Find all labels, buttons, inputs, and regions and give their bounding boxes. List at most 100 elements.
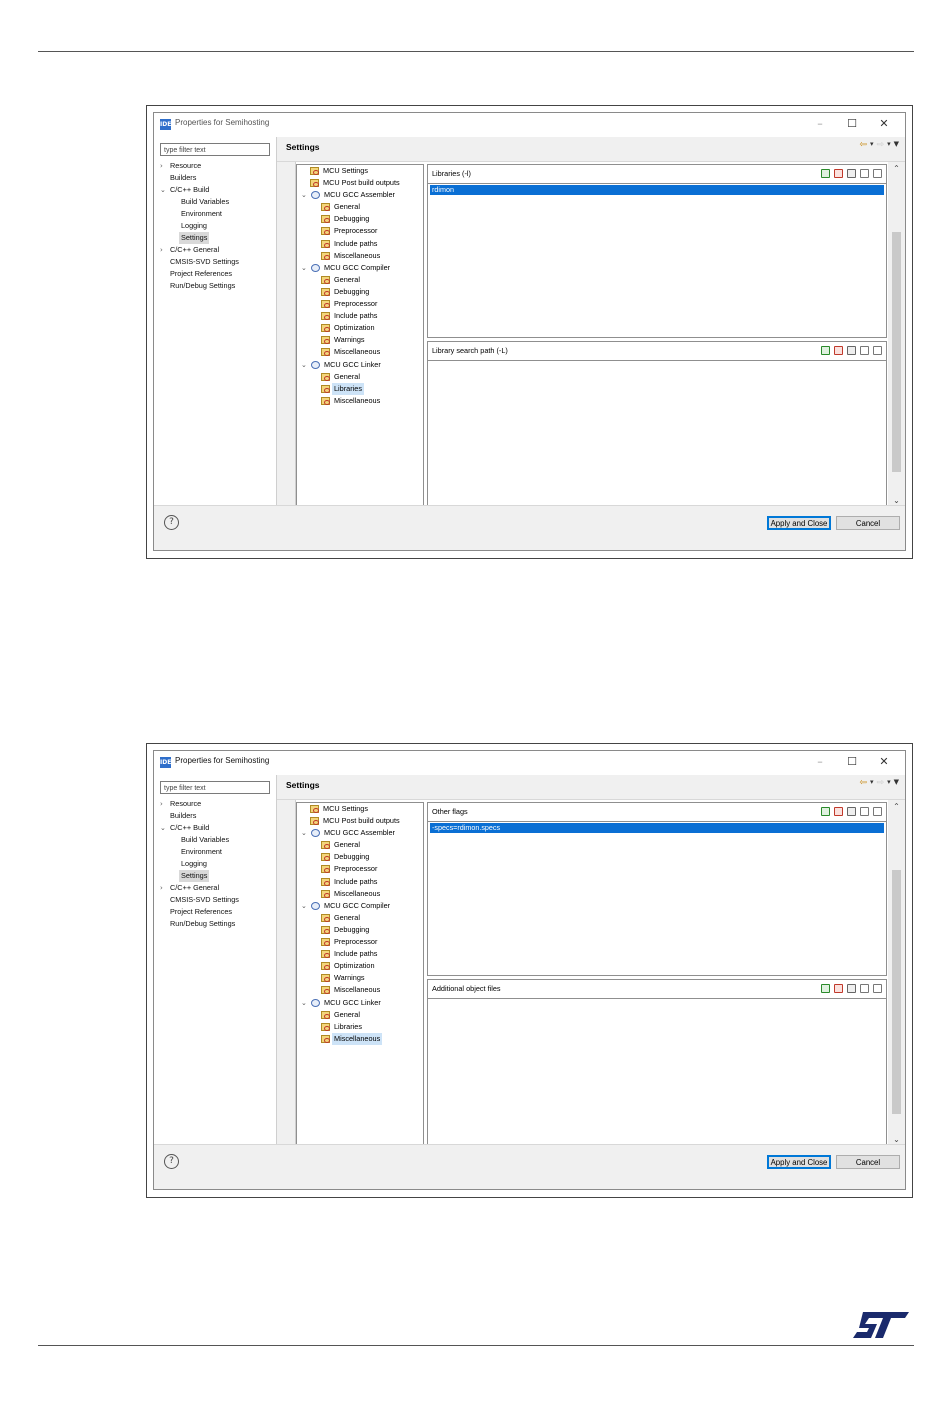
back-arrow-icon[interactable]: ⇦ — [859, 778, 867, 788]
filter-input[interactable]: type filter text — [160, 143, 270, 156]
move-down-icon[interactable] — [873, 346, 882, 355]
chevron-right-icon[interactable]: › — [160, 798, 168, 810]
chevron-down-icon[interactable]: ⌄ — [301, 189, 307, 201]
nav-item[interactable]: ⌄ C/C++ Build — [160, 822, 276, 834]
view-menu-icon[interactable]: ▼ — [894, 778, 899, 788]
apply-and-close-button[interactable]: Apply and Close — [767, 516, 831, 530]
maximize-button[interactable]: ☐ — [839, 115, 865, 133]
back-dropdown-icon[interactable]: ▾ — [870, 140, 874, 150]
nav-item[interactable]: Project References — [160, 268, 276, 280]
forward-arrow-icon[interactable]: ⇨ — [877, 140, 885, 150]
option-entry[interactable]: rdimon — [430, 185, 884, 195]
tool-node[interactable]: ⌄ MCU GCC Compiler — [297, 900, 423, 912]
tool-option-item[interactable]: Include paths — [297, 238, 423, 250]
tool-option-item[interactable]: Optimization — [297, 322, 423, 334]
tool-option-item[interactable]: MCU Settings — [297, 165, 423, 177]
move-up-icon[interactable] — [860, 346, 869, 355]
tool-option-item[interactable]: MCU Post build outputs — [297, 177, 423, 189]
tool-option-item[interactable]: Preprocessor — [297, 225, 423, 237]
cancel-button[interactable]: Cancel — [836, 516, 900, 530]
chevron-right-icon[interactable]: › — [160, 882, 168, 894]
scroll-up-icon[interactable]: ⌃ — [888, 164, 905, 173]
scroll-up-icon[interactable]: ⌃ — [888, 802, 905, 811]
tool-option-item[interactable]: Warnings — [297, 334, 423, 346]
scroll-thumb[interactable] — [892, 870, 901, 1114]
help-icon[interactable]: ? — [164, 515, 179, 530]
nav-item[interactable]: › Resource — [160, 798, 276, 810]
tool-option-item[interactable]: Include paths — [297, 876, 423, 888]
tool-option-item[interactable]: Libraries — [297, 382, 423, 395]
edit-icon[interactable] — [847, 346, 856, 355]
tool-option-item[interactable]: Preprocessor — [297, 936, 423, 948]
nav-item[interactable]: Run/Debug Settings — [160, 280, 276, 292]
move-down-icon[interactable] — [873, 984, 882, 993]
tool-option-item[interactable]: MCU Settings — [297, 803, 423, 815]
nav-item[interactable]: Build Variables — [160, 834, 276, 846]
add-icon[interactable] — [821, 346, 830, 355]
forward-arrow-icon[interactable]: ⇨ — [877, 778, 885, 788]
minimize-button[interactable]: – — [807, 753, 833, 771]
tool-node[interactable]: ⌄ MCU GCC Linker — [297, 359, 423, 371]
move-up-icon[interactable] — [860, 169, 869, 178]
tool-option-item[interactable]: General — [297, 201, 423, 213]
tool-option-item[interactable]: Miscellaneous — [297, 395, 423, 407]
help-icon[interactable]: ? — [164, 1154, 179, 1169]
add-icon[interactable] — [821, 807, 830, 816]
tool-option-item[interactable]: Debugging — [297, 286, 423, 298]
tool-option-item[interactable]: Miscellaneous — [297, 1032, 423, 1045]
tool-option-item[interactable]: General — [297, 371, 423, 383]
nav-item[interactable]: Builders — [160, 810, 276, 822]
option-entry[interactable]: -specs=rdimon.specs — [430, 823, 884, 833]
nav-item[interactable]: › C/C++ General — [160, 244, 276, 256]
add-icon[interactable] — [821, 984, 830, 993]
nav-item[interactable]: Environment — [160, 208, 276, 220]
nav-item[interactable]: Environment — [160, 846, 276, 858]
nav-item[interactable]: Project References — [160, 906, 276, 918]
delete-icon[interactable] — [834, 984, 843, 993]
tool-node[interactable]: ⌄ MCU GCC Linker — [297, 997, 423, 1009]
tool-option-item[interactable]: Optimization — [297, 960, 423, 972]
tool-option-item[interactable]: MCU Post build outputs — [297, 815, 423, 827]
nav-item[interactable]: Logging — [160, 220, 276, 232]
nav-item[interactable]: Logging — [160, 858, 276, 870]
chevron-down-icon[interactable]: ⌄ — [160, 184, 168, 196]
move-down-icon[interactable] — [873, 169, 882, 178]
tool-option-item[interactable]: General — [297, 839, 423, 851]
tool-node[interactable]: ⌄ MCU GCC Compiler — [297, 262, 423, 274]
tool-option-item[interactable]: Miscellaneous — [297, 888, 423, 900]
tool-option-item[interactable]: Miscellaneous — [297, 346, 423, 358]
nav-item[interactable]: CMSIS-SVD Settings — [160, 894, 276, 906]
add-icon[interactable] — [821, 169, 830, 178]
chevron-right-icon[interactable]: › — [160, 244, 168, 256]
tool-option-item[interactable]: Miscellaneous — [297, 984, 423, 996]
tool-option-item[interactable]: General — [297, 274, 423, 286]
maximize-button[interactable]: ☐ — [839, 753, 865, 771]
tool-option-item[interactable]: Miscellaneous — [297, 250, 423, 262]
tool-node[interactable]: ⌄ MCU GCC Assembler — [297, 189, 423, 201]
move-down-icon[interactable] — [873, 807, 882, 816]
tool-option-item[interactable]: General — [297, 1009, 423, 1021]
tool-option-item[interactable]: Debugging — [297, 924, 423, 936]
delete-icon[interactable] — [834, 807, 843, 816]
edit-icon[interactable] — [847, 807, 856, 816]
chevron-down-icon[interactable]: ⌄ — [160, 822, 168, 834]
chevron-down-icon[interactable]: ⌄ — [301, 900, 307, 912]
nav-item[interactable]: ⌄ C/C++ Build — [160, 184, 276, 196]
edit-icon[interactable] — [847, 984, 856, 993]
chevron-down-icon[interactable]: ⌄ — [301, 262, 307, 274]
nav-item[interactable]: Build Variables — [160, 196, 276, 208]
move-up-icon[interactable] — [860, 807, 869, 816]
close-button[interactable]: ✕ — [871, 115, 897, 133]
chevron-right-icon[interactable]: › — [160, 160, 168, 172]
nav-item[interactable]: Run/Debug Settings — [160, 918, 276, 930]
vertical-scrollbar[interactable]: ⌃ ⌄ — [888, 162, 905, 506]
tool-option-item[interactable]: Libraries — [297, 1021, 423, 1033]
nav-item[interactable]: Builders — [160, 172, 276, 184]
chevron-down-icon[interactable]: ⌄ — [301, 359, 307, 371]
tool-option-item[interactable]: General — [297, 912, 423, 924]
tool-node[interactable]: ⌄ MCU GCC Assembler — [297, 827, 423, 839]
forward-dropdown-icon[interactable]: ▾ — [887, 778, 891, 788]
delete-icon[interactable] — [834, 169, 843, 178]
close-button[interactable]: ✕ — [871, 753, 897, 771]
chevron-down-icon[interactable]: ⌄ — [301, 997, 307, 1009]
